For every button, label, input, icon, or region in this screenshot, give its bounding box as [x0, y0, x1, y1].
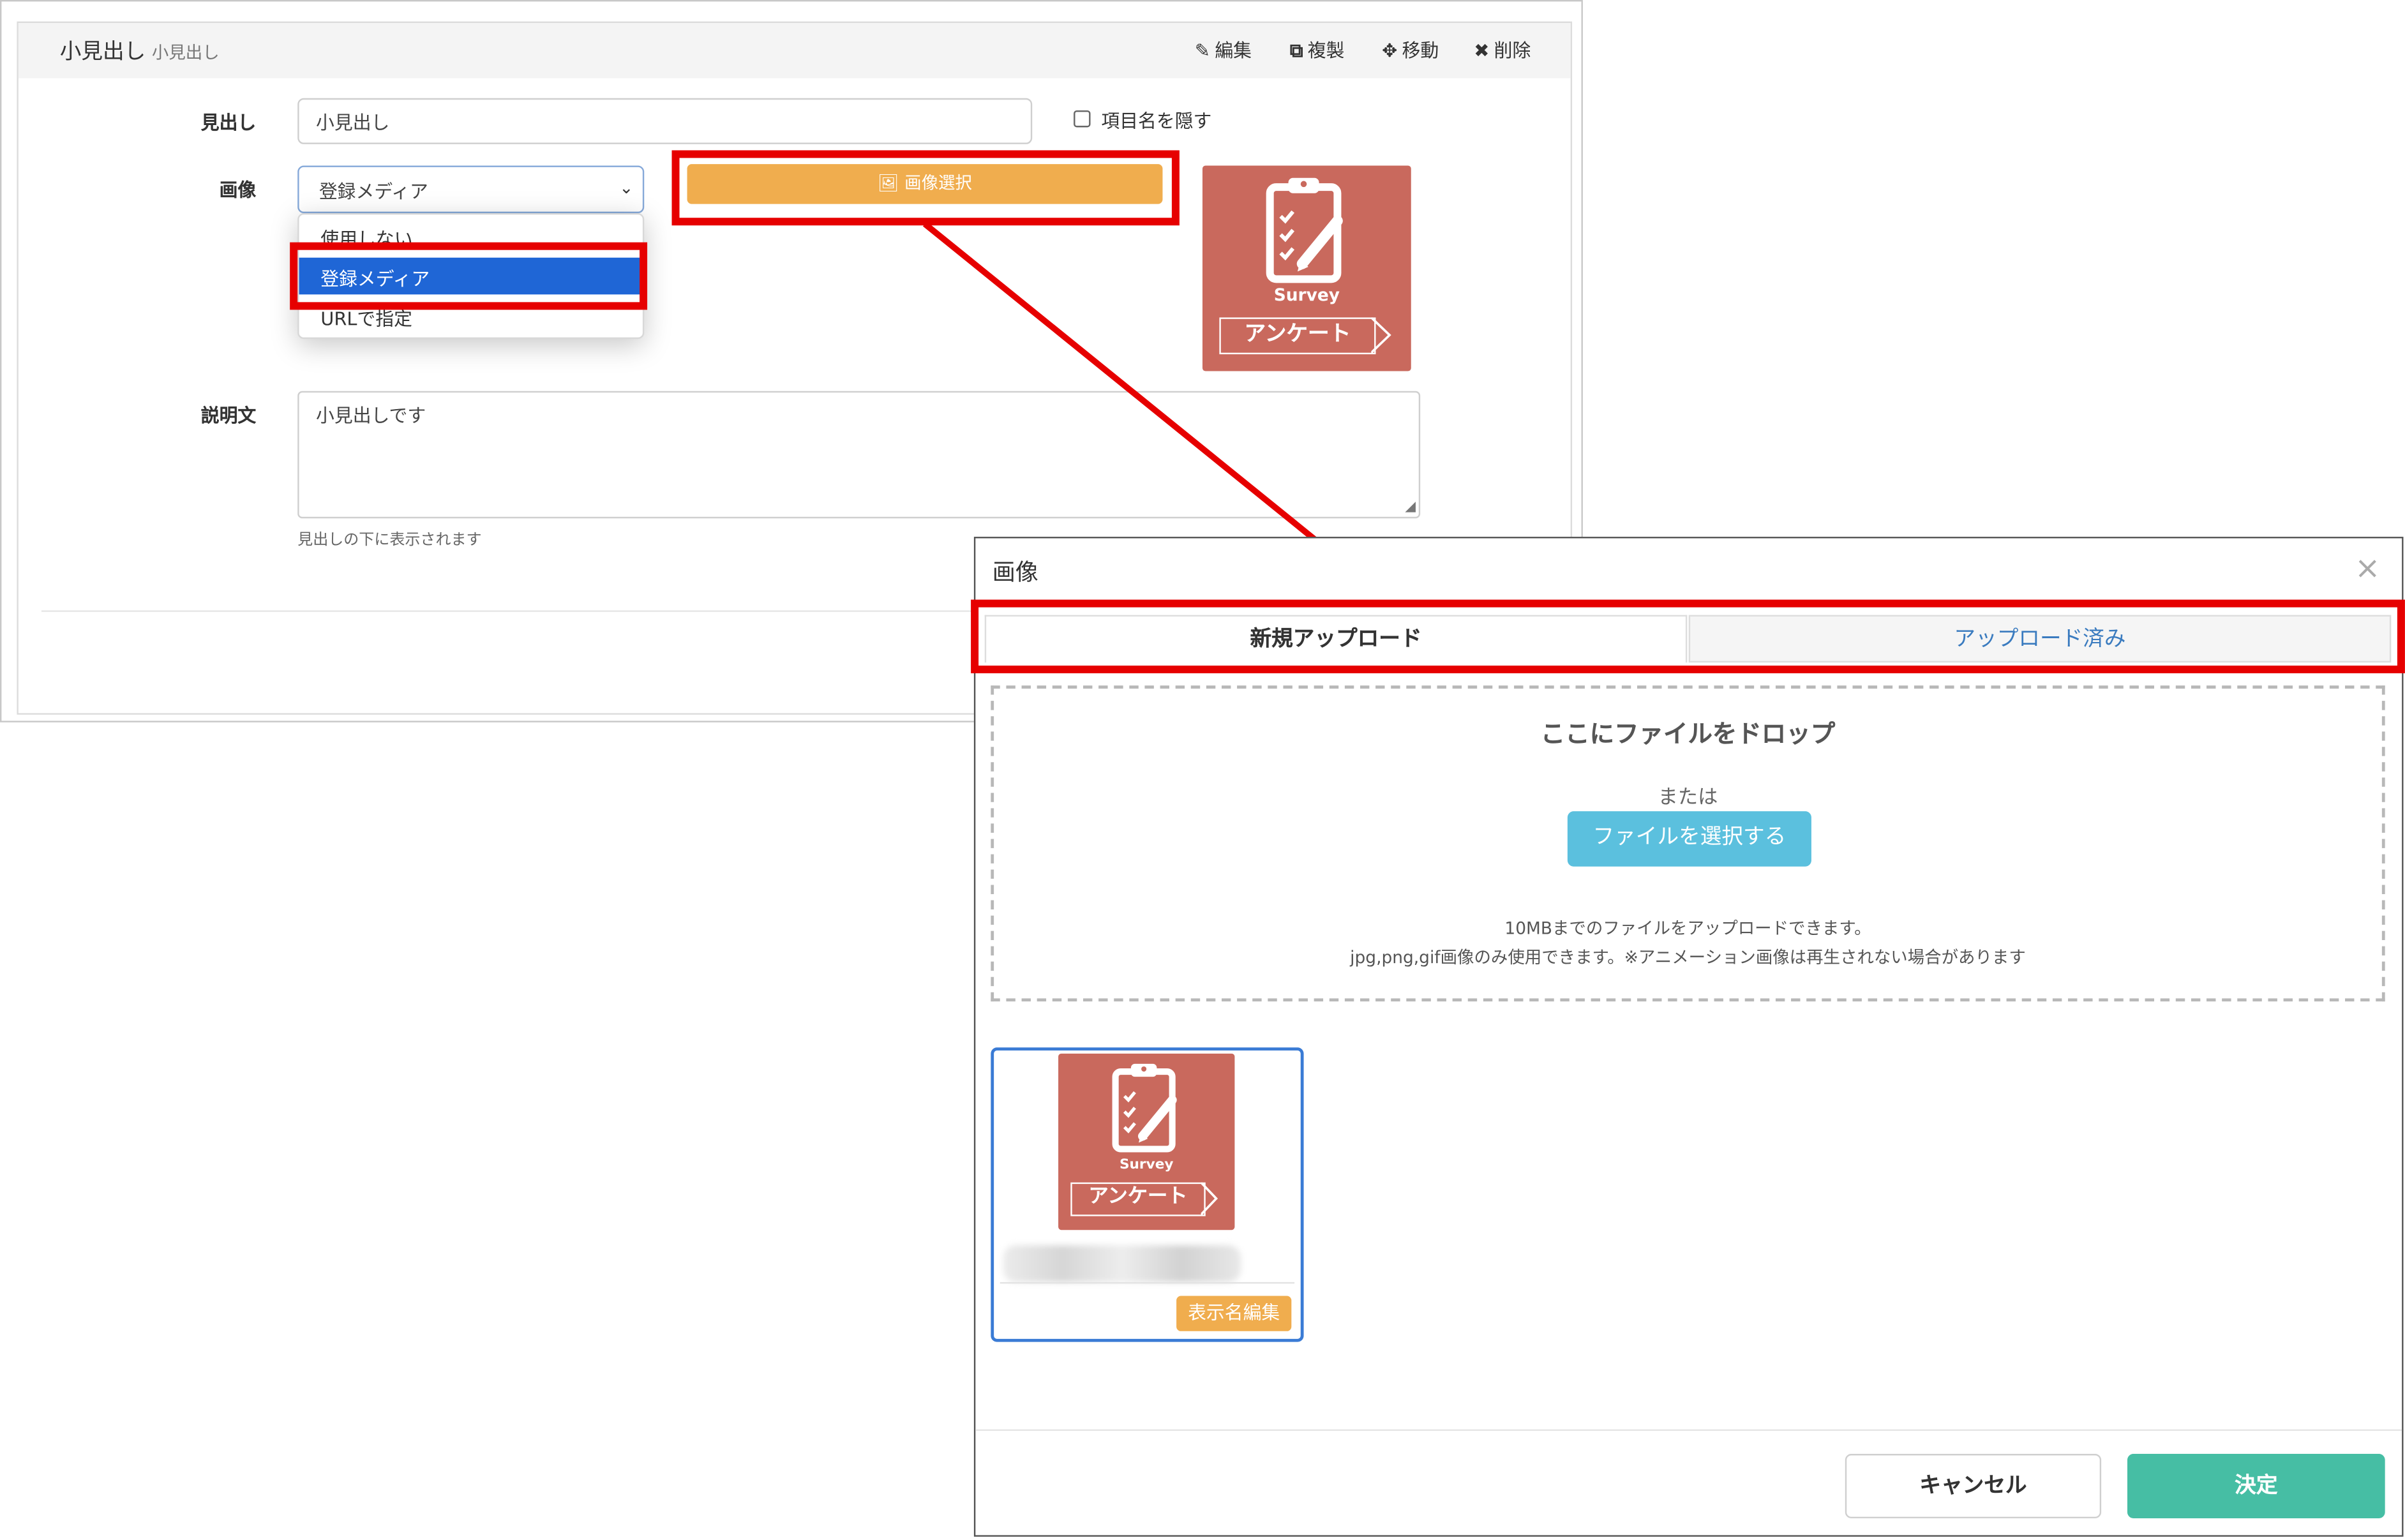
survey-tag: アンケート — [1070, 1182, 1206, 1216]
choose-file-button[interactable]: ファイルを選択する — [1567, 811, 1811, 867]
dropzone-note-format: jpg,png,gif画像のみ使用できます。※アニメーション画像は再生されない場… — [1350, 948, 2026, 968]
clipboard-icon — [1112, 1063, 1177, 1153]
survey-caption: Survey — [1119, 1158, 1174, 1174]
confirm-button[interactable]: 決定 — [2127, 1454, 2385, 1518]
cancel-button[interactable]: キャンセル — [1845, 1454, 2102, 1518]
image-modal: 画像 × 新規アップロード アップロード済み ここにファイルをドロップ または … — [971, 537, 2405, 1537]
close-icon[interactable]: × — [2355, 549, 2380, 586]
uploaded-image-card[interactable]: Survey アンケート 表示名編集 — [991, 1047, 1304, 1342]
dropzone-title: ここにファイルをドロップ — [1540, 719, 1836, 749]
survey-image-thumbnail: Survey アンケート — [1058, 1053, 1235, 1230]
file-dropzone[interactable]: ここにファイルをドロップ または ファイルを選択する 10MBまでのファイルをア… — [991, 685, 2385, 1002]
arrow-shape-icon — [1201, 1182, 1218, 1216]
blurred-filename — [1003, 1245, 1241, 1282]
card-divider — [1000, 1282, 1295, 1284]
footer-divider — [975, 1429, 2402, 1431]
modal-title: 画像 — [992, 558, 1038, 586]
highlight-tabs — [971, 599, 2405, 673]
dropzone-or: または — [1658, 786, 1718, 810]
dropzone-note-size: 10MBまでのファイルをアップロードできます。 — [1504, 918, 1871, 939]
rename-button[interactable]: 表示名編集 — [1176, 1296, 1292, 1331]
